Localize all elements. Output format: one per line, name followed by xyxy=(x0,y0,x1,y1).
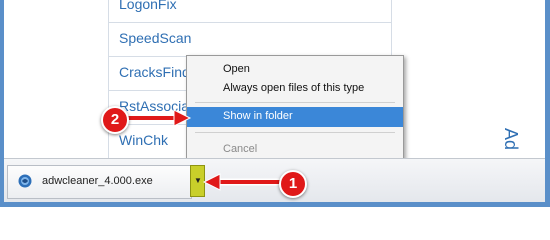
arrow-head xyxy=(202,173,221,191)
arrow-head xyxy=(173,109,192,127)
annotation-arrows xyxy=(126,109,282,191)
callout-1: 1 xyxy=(279,170,307,198)
callout-2: 2 xyxy=(101,106,129,134)
